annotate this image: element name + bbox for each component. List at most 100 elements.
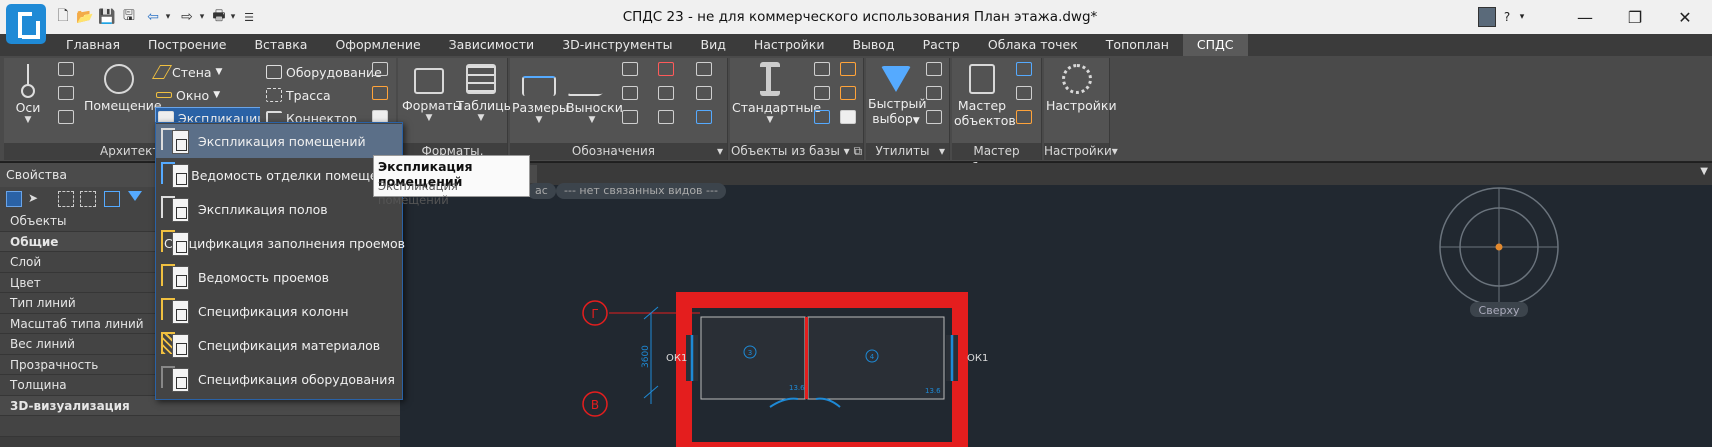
- panel-notations: Размеры ▼ Выноски ▼ Обозначения ▾: [510, 58, 728, 160]
- select-window-icon[interactable]: [58, 191, 74, 207]
- quick-select-button[interactable]: Быстрый выбор▼: [868, 62, 927, 126]
- tab-home[interactable]: Главная: [52, 34, 134, 56]
- viewcube[interactable]: [1439, 187, 1559, 317]
- redo-icon[interactable]: ⇨: [176, 8, 198, 26]
- tab-point-clouds[interactable]: Облака точек: [974, 34, 1092, 56]
- redo-dropdown-icon[interactable]: ▾: [197, 8, 207, 26]
- equipment-button[interactable]: Оборудование: [266, 62, 382, 82]
- dropdown-item-openings-list[interactable]: Ведомость проемов: [156, 260, 402, 294]
- columns-spec-icon: [160, 296, 194, 326]
- db-3-icon[interactable]: [814, 86, 830, 100]
- dropdown-item-equipment-spec[interactable]: Спецификация оборудования: [156, 362, 402, 396]
- print-icon[interactable]: 🖶: [208, 8, 230, 26]
- notation-2-icon[interactable]: [658, 62, 674, 76]
- formats-button[interactable]: Форматы ▼: [402, 62, 463, 123]
- settings-button[interactable]: Настройки: [1046, 62, 1117, 113]
- db-6-icon[interactable]: [840, 110, 856, 124]
- floor-plan[interactable]: Сверху Г В 3600 ОК1 ОК1 3 4 13.6 13.6: [400, 185, 1712, 447]
- room-icon: [104, 64, 134, 94]
- filter-icon[interactable]: [128, 191, 142, 201]
- tab-view[interactable]: Вид: [687, 34, 740, 56]
- select-cross-icon[interactable]: [80, 191, 96, 207]
- open-folder-icon[interactable]: 📂: [74, 8, 96, 26]
- notation-9-icon[interactable]: [696, 110, 712, 124]
- pointer-icon[interactable]: ➤: [28, 191, 44, 207]
- standard-button[interactable]: Стандартные ▼: [732, 62, 821, 125]
- app-logo-icon[interactable]: [6, 4, 46, 44]
- wall-icon: [151, 65, 173, 79]
- dropdown-item-materials-spec[interactable]: Спецификация материалов: [156, 328, 402, 362]
- dropdown-item-room-finish[interactable]: Ведомость отделки помещений: [156, 158, 402, 192]
- panel-label-utilities: Утилиты ▾: [866, 143, 949, 160]
- axis-rotate-icon[interactable]: [58, 86, 74, 100]
- notation-3-icon[interactable]: [696, 62, 712, 76]
- help-button[interactable]: ?: [1500, 7, 1514, 27]
- tab-spds[interactable]: СПДС: [1182, 34, 1248, 56]
- undo-icon[interactable]: ⇦: [142, 8, 164, 26]
- util-2-icon[interactable]: [926, 86, 942, 100]
- help-dropdown-icon[interactable]: ▾: [1516, 7, 1528, 27]
- tabs-menu-icon[interactable]: ▼: [1700, 166, 1708, 177]
- tab-output[interactable]: Вывод: [838, 34, 908, 56]
- leaders-button[interactable]: Выноски ▼: [566, 62, 623, 125]
- customize-toolbar-icon[interactable]: ☰: [244, 8, 254, 26]
- tab-settings[interactable]: Настройки: [740, 34, 839, 56]
- workspace-icon[interactable]: [1478, 7, 1496, 27]
- tab-insert[interactable]: Вставка: [240, 34, 321, 56]
- sizes-button[interactable]: Размеры ▼: [512, 62, 569, 125]
- eng-tool-1-icon[interactable]: [372, 62, 388, 76]
- axes-button[interactable]: Оси ▼: [10, 62, 46, 125]
- master-button[interactable]: Мастер объектов: [954, 62, 1016, 128]
- drawing-tabs: ▼: [400, 163, 1712, 185]
- notation-8-icon[interactable]: [658, 110, 674, 124]
- window-icon: [156, 92, 172, 98]
- tab-topoplan[interactable]: Топоплан: [1092, 34, 1183, 56]
- tab-3d-tools[interactable]: 3D-инструменты: [548, 34, 686, 56]
- dropdown-item-openings-fill[interactable]: Спецификация заполнения проемов: [156, 226, 405, 260]
- wall-button[interactable]: Стена ▼: [151, 62, 222, 82]
- print-dropdown-icon[interactable]: ▾: [228, 8, 238, 26]
- master-1-icon[interactable]: [1016, 62, 1032, 76]
- db-2-icon[interactable]: [840, 62, 856, 76]
- route-button[interactable]: Трасса: [266, 85, 331, 105]
- util-3-icon[interactable]: [926, 110, 942, 124]
- restore-button[interactable]: ❐: [1610, 0, 1660, 34]
- tables-button[interactable]: Таблицы ▼: [456, 62, 514, 123]
- dropdown-item-room-explication[interactable]: Экспликация помещений: [156, 124, 402, 158]
- tab-annotate[interactable]: Оформление: [321, 34, 434, 56]
- viewcube-top-label: Сверху: [1479, 304, 1520, 317]
- notation-6-icon[interactable]: [696, 86, 712, 100]
- save-icon[interactable]: 💾: [96, 8, 118, 26]
- dropdown-item-columns-spec[interactable]: Спецификация колонн: [156, 294, 402, 328]
- db-1-icon[interactable]: [814, 62, 830, 76]
- add-selection-icon[interactable]: [6, 191, 22, 207]
- notation-5-icon[interactable]: [658, 86, 674, 100]
- undo-dropdown-icon[interactable]: ▾: [163, 8, 173, 26]
- minimize-button[interactable]: —: [1560, 0, 1610, 34]
- grid-icon[interactable]: [58, 62, 74, 76]
- notation-7-icon[interactable]: [622, 110, 638, 124]
- room-4[interactable]: [807, 316, 945, 400]
- new-file-icon[interactable]: 🗋: [52, 8, 74, 26]
- save-as-icon[interactable]: 🖫: [118, 8, 140, 26]
- select-similar-icon[interactable]: [104, 191, 120, 207]
- dropdown-item-floor-explication[interactable]: Экспликация полов: [156, 192, 402, 226]
- axes-icon: [11, 62, 45, 98]
- tab-constraints[interactable]: Зависимости: [435, 34, 549, 56]
- db-4-icon[interactable]: [840, 86, 856, 100]
- master-2-icon[interactable]: [1016, 86, 1032, 100]
- tab-raster[interactable]: Растр: [909, 34, 974, 56]
- util-1-icon[interactable]: [926, 62, 942, 76]
- notation-1-icon[interactable]: [622, 62, 638, 76]
- db-5-icon[interactable]: [814, 110, 830, 124]
- prop-row[interactable]: [0, 416, 400, 437]
- notation-4-icon[interactable]: [622, 86, 638, 100]
- close-button[interactable]: ✕: [1660, 0, 1710, 34]
- window-button[interactable]: Окно ▼: [156, 85, 220, 105]
- room-button[interactable]: Помещение: [84, 62, 162, 113]
- eng-tool-2-icon[interactable]: [372, 86, 388, 100]
- axis-mark-icon[interactable]: [58, 110, 74, 124]
- master-3-icon[interactable]: [1016, 110, 1032, 124]
- tab-build[interactable]: Построение: [134, 34, 240, 56]
- equipment-icon: [266, 65, 282, 79]
